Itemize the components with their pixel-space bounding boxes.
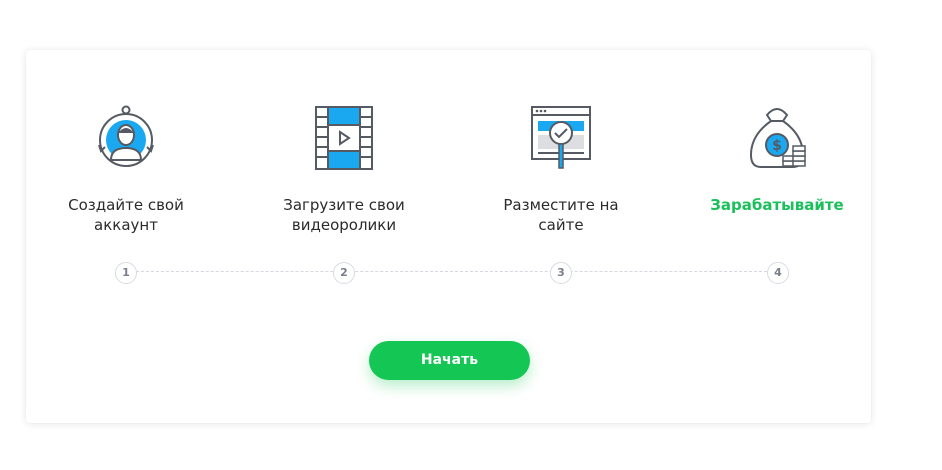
website-embed-icon: [530, 105, 592, 175]
film-video-icon: [314, 105, 374, 175]
progress-line: [136, 271, 772, 272]
step-label: Разместите на сайте: [503, 196, 619, 234]
step-number-1: 1: [115, 262, 137, 284]
step-number-3: 3: [550, 262, 572, 284]
step-number-2: 2: [333, 262, 355, 284]
start-button[interactable]: Начать: [369, 341, 530, 380]
step-label: Создайте свой аккаунт: [68, 196, 184, 234]
user-account-icon: [91, 105, 161, 175]
step-number-4: 4: [767, 262, 789, 284]
step-label: Зарабатывайте: [710, 196, 844, 214]
step-label: Загрузите свои видеоролики: [283, 196, 405, 234]
steps-card: Создайте свой аккаунт Загрузите свои вид…: [26, 50, 871, 423]
money-bag-icon: $: [747, 105, 807, 175]
svg-text:$: $: [772, 138, 782, 154]
